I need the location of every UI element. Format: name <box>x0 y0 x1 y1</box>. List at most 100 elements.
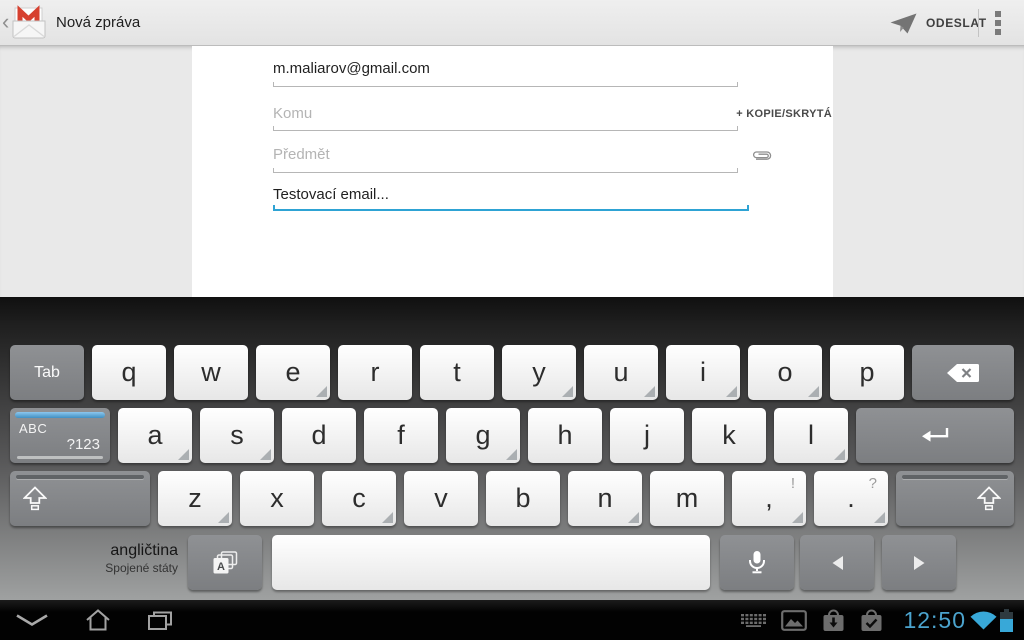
send-button[interactable]: ODESLAT <box>884 0 993 46</box>
body-underline-focused <box>273 205 749 211</box>
chevron-down-icon <box>14 613 50 628</box>
alt-corner-triangle <box>260 449 271 460</box>
overflow-menu-button[interactable] <box>985 0 1011 46</box>
key-u[interactable]: u <box>584 345 658 400</box>
key-w[interactable]: w <box>174 345 248 400</box>
key-y[interactable]: y <box>502 345 576 400</box>
to-field[interactable]: Komu <box>273 105 312 122</box>
key-label: m <box>650 471 724 526</box>
key-k[interactable]: k <box>692 408 766 463</box>
action-bar-divider <box>978 9 979 37</box>
key-p[interactable]: p <box>830 345 904 400</box>
key-n[interactable]: n <box>568 471 642 526</box>
key-label: p <box>830 345 904 400</box>
key-c[interactable]: c <box>322 471 396 526</box>
recents-button[interactable] <box>138 600 182 640</box>
key-r[interactable]: r <box>338 345 412 400</box>
back-dismiss-keyboard-button[interactable] <box>10 600 54 640</box>
key-label: f <box>364 408 438 463</box>
field-underline <box>273 168 738 173</box>
recents-icon <box>146 610 174 631</box>
key-o[interactable]: o <box>748 345 822 400</box>
key-v[interactable]: v <box>404 471 478 526</box>
key-h[interactable]: h <box>528 408 602 463</box>
key-b[interactable]: b <box>486 471 560 526</box>
alt-corner-triangle <box>316 386 327 397</box>
key-d[interactable]: d <box>282 408 356 463</box>
key-s[interactable]: s <box>200 408 274 463</box>
overflow-dot <box>995 11 1001 17</box>
key-label: k <box>692 408 766 463</box>
key-tab[interactable]: Tab <box>10 345 84 400</box>
status-cluster[interactable]: 12:50 <box>726 600 1014 640</box>
paperclip-icon <box>750 149 773 162</box>
key-label: v <box>404 471 478 526</box>
key-shift-left[interactable] <box>10 471 150 526</box>
from-field[interactable]: m.maliarov@gmail.com <box>273 60 430 77</box>
key-shift-right[interactable] <box>896 471 1014 526</box>
arrow-right-icon <box>882 535 956 590</box>
alt-corner-triangle <box>218 512 229 523</box>
key-label: h <box>528 408 602 463</box>
add-cc-bcc-button[interactable]: + KOPIE/SKRYTÁ <box>736 108 833 120</box>
system-nav-bar: 12:50 <box>0 600 1024 640</box>
home-button[interactable] <box>76 600 120 640</box>
mic-icon <box>720 535 794 590</box>
key-arrow-left[interactable] <box>800 535 874 590</box>
download-icon <box>822 609 845 632</box>
home-icon <box>83 608 113 632</box>
key-mode[interactable]: ABC ?123 <box>10 408 110 463</box>
send-plane-icon <box>890 13 917 34</box>
battery-icon <box>999 609 1014 632</box>
key-label: t <box>420 345 494 400</box>
key-lang[interactable]: A <box>188 535 262 590</box>
body-field[interactable]: Testovací email... <box>273 186 389 203</box>
mode-abc-label: ABC <box>19 421 47 436</box>
key-g[interactable]: g <box>446 408 520 463</box>
key-label: w <box>174 345 248 400</box>
key-q[interactable]: q <box>92 345 166 400</box>
key-x[interactable]: x <box>240 471 314 526</box>
alt-corner-triangle <box>382 512 393 523</box>
key-period[interactable]: .? <box>814 471 888 526</box>
attach-button[interactable] <box>750 146 778 164</box>
key-label: r <box>338 345 412 400</box>
key-m[interactable]: m <box>650 471 724 526</box>
alt-corner-triangle <box>644 386 655 397</box>
key-arrow-right[interactable] <box>882 535 956 590</box>
language-icon: A <box>188 535 262 590</box>
alt-corner-triangle <box>808 386 819 397</box>
overflow-dot <box>995 29 1001 35</box>
language-name: angličtina <box>0 542 178 560</box>
key-f[interactable]: f <box>364 408 438 463</box>
gmail-logo-icon <box>10 5 48 41</box>
wifi-icon <box>970 610 997 630</box>
key-mic[interactable] <box>720 535 794 590</box>
subject-field[interactable]: Předmět <box>273 146 330 163</box>
up-button[interactable]: ‹ <box>0 0 48 46</box>
key-a[interactable]: a <box>118 408 192 463</box>
mode-123-label: ?123 <box>67 436 100 453</box>
key-backspace[interactable] <box>912 345 1014 400</box>
backspace-icon <box>912 345 1014 400</box>
key-j[interactable]: j <box>610 408 684 463</box>
key-enter[interactable] <box>856 408 1014 463</box>
key-alt-hint: ? <box>869 476 877 491</box>
key-l[interactable]: l <box>774 408 848 463</box>
key-space[interactable] <box>272 535 710 590</box>
gallery-icon <box>781 610 807 631</box>
key-t[interactable]: t <box>420 345 494 400</box>
key-comma[interactable]: ,! <box>732 471 806 526</box>
key-e[interactable]: e <box>256 345 330 400</box>
keyboard-tray-icon <box>741 614 766 627</box>
key-label: j <box>610 408 684 463</box>
key-label: Tab <box>10 345 84 400</box>
action-bar: ‹ Nová zpráva ODESLAT <box>0 0 1024 46</box>
key-z[interactable]: z <box>158 471 232 526</box>
key-label: x <box>240 471 314 526</box>
key-i[interactable]: i <box>666 345 740 400</box>
alt-corner-triangle <box>178 449 189 460</box>
alt-corner-triangle <box>726 386 737 397</box>
alt-corner-triangle <box>506 449 517 460</box>
back-chevron-icon: ‹ <box>0 9 10 37</box>
